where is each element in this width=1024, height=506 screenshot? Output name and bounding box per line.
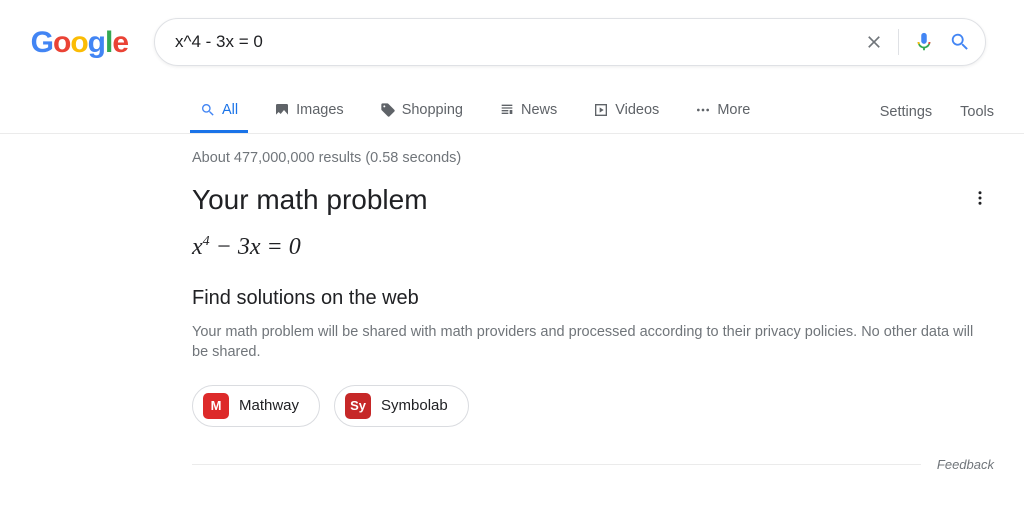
tab-all[interactable]: All (190, 88, 248, 133)
math-disclaimer: Your math problem will be shared with ma… (192, 322, 982, 363)
mic-icon[interactable] (913, 31, 935, 53)
math-card-subtitle: Find solutions on the web (192, 287, 994, 310)
clear-icon[interactable] (864, 32, 884, 52)
tab-label: News (521, 102, 557, 118)
tab-shopping[interactable]: Shopping (370, 88, 473, 133)
more-options-icon[interactable] (968, 186, 992, 210)
tab-images[interactable]: Images (264, 88, 354, 133)
tab-label: Shopping (402, 102, 463, 118)
provider-mathway[interactable]: M Mathway (192, 385, 320, 427)
provider-symbolab[interactable]: Sy Symbolab (334, 385, 469, 427)
tabs-bar: All Images Shopping News Videos More Set… (0, 88, 1024, 133)
math-card: Your math problem x4 − 3x = 0 Find solut… (192, 184, 994, 472)
math-card-title: Your math problem (192, 184, 994, 216)
provider-label: Symbolab (381, 397, 448, 414)
divider (898, 29, 899, 55)
search-icon[interactable] (949, 31, 971, 53)
google-logo[interactable]: Google (12, 18, 154, 60)
mathway-icon: M (203, 393, 229, 419)
tab-videos[interactable]: Videos (583, 88, 669, 133)
provider-chips: M Mathway Sy Symbolab (192, 385, 994, 427)
symbolab-icon: Sy (345, 393, 371, 419)
tab-label: More (717, 102, 750, 118)
settings-link[interactable]: Settings (880, 104, 932, 120)
tab-label: Videos (615, 102, 659, 118)
tools-link[interactable]: Tools (960, 104, 994, 120)
tab-label: All (222, 102, 238, 118)
search-bar (154, 18, 986, 66)
tab-more[interactable]: More (685, 88, 760, 133)
tab-label: Images (296, 102, 344, 118)
feedback-link[interactable]: Feedback (921, 457, 994, 472)
search-input[interactable] (175, 32, 864, 52)
tab-news[interactable]: News (489, 88, 567, 133)
provider-label: Mathway (239, 397, 299, 414)
math-equation: x4 − 3x = 0 (192, 234, 994, 261)
result-stats: About 477,000,000 results (0.58 seconds) (192, 150, 994, 166)
divider (192, 464, 921, 465)
